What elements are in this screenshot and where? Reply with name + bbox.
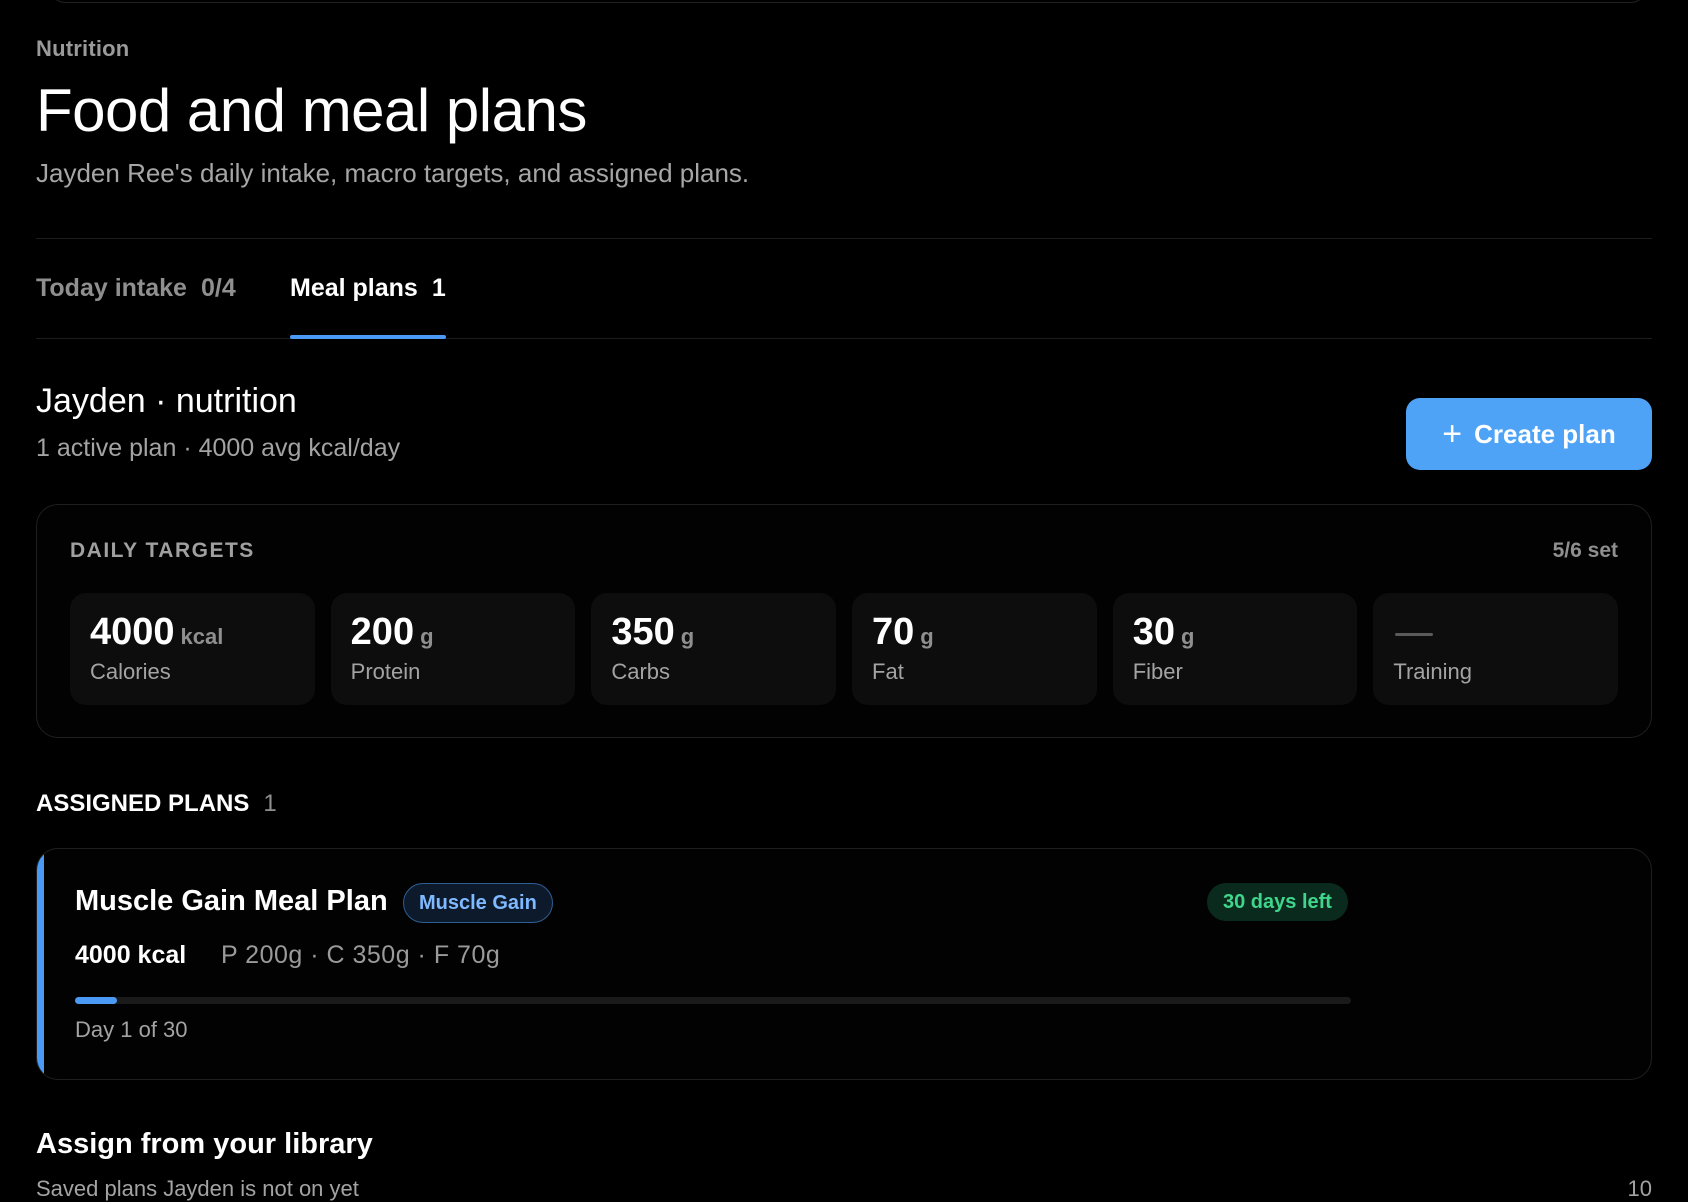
- plan-macros: P 200g · C 350g · F 70g: [221, 941, 501, 969]
- target-unit: kcal: [180, 624, 224, 649]
- tab-label: Today intake: [36, 273, 187, 302]
- tab-today-intake[interactable]: Today intake 0/4: [36, 238, 236, 338]
- target-value: 4000: [90, 611, 175, 653]
- tab-label: Meal plans: [290, 273, 418, 302]
- plan-name: Muscle Gain Meal Plan: [75, 885, 388, 917]
- target-value: 70: [872, 611, 915, 653]
- plan-card[interactable]: Muscle Gain Meal Plan Muscle Gain 30 day…: [36, 848, 1652, 1080]
- target-unit: g: [1180, 624, 1195, 649]
- target-unit: g: [420, 624, 434, 649]
- create-plan-label: Create plan: [1474, 418, 1616, 449]
- tab-bar: Today intake 0/4 Meal plans 1: [36, 238, 1652, 339]
- target-fat[interactable]: 70 g Fat: [852, 593, 1097, 705]
- target-value: 200: [350, 611, 415, 653]
- target-training[interactable]: Training: [1373, 593, 1619, 705]
- days-left-badge: 30 days left: [1207, 883, 1348, 921]
- plan-day-label: Day 1 of 30: [75, 1017, 188, 1042]
- target-unit: g: [920, 624, 934, 649]
- section-eyebrow: Nutrition: [36, 36, 130, 61]
- empty-value-dash: [1395, 633, 1434, 636]
- plan-kcal: 4000 kcal: [75, 941, 187, 969]
- target-value: 350: [611, 611, 675, 653]
- target-calories[interactable]: 4000 kcal Calories: [70, 593, 315, 705]
- client-summary: 1 active plan · 4000 avg kcal/day: [36, 434, 401, 462]
- target-value: 30: [1132, 611, 1175, 653]
- client-title: Jayden · nutrition: [36, 382, 297, 420]
- top-card-edge: [50, 0, 1646, 3]
- target-label: Fiber: [1132, 659, 1183, 684]
- target-carbs[interactable]: 350 g Carbs: [591, 593, 837, 705]
- library-count: 10: [1627, 1176, 1652, 1201]
- target-protein[interactable]: 200 g Protein: [330, 593, 576, 705]
- target-label: Protein: [350, 659, 421, 684]
- plus-icon: +: [1442, 415, 1463, 453]
- tab-count: 0/4: [200, 273, 236, 302]
- target-label: Fat: [872, 659, 904, 684]
- plan-goal-badge: Muscle Gain: [403, 883, 553, 923]
- daily-targets-count: 5/6 set: [1552, 539, 1618, 562]
- tab-meal-plans[interactable]: Meal plans 1: [290, 238, 446, 339]
- daily-targets-card: DAILY TARGETS 5/6 set 4000 kcal Calories …: [36, 504, 1652, 738]
- page-subtitle: Jayden Ree's daily intake, macro targets…: [36, 158, 750, 188]
- daily-targets-label: DAILY TARGETS: [70, 539, 255, 562]
- assigned-plans-label: ASSIGNED PLANS: [36, 790, 250, 817]
- assigned-plans-count: 1: [263, 790, 277, 817]
- assigned-plans-heading: ASSIGNED PLANS 1: [36, 790, 277, 818]
- create-plan-button[interactable]: + Create plan: [1406, 398, 1652, 470]
- library-title: Assign from your library: [36, 1128, 373, 1160]
- page-title: Food and meal plans: [36, 77, 587, 144]
- plan-progress-track: [75, 997, 1351, 1004]
- tab-count: 1: [431, 273, 446, 302]
- plan-accent-bar: [37, 849, 44, 1079]
- plan-progress-fill: [75, 997, 118, 1004]
- target-tiles: 4000 kcal Calories 200 g Protein 350 g Carb…: [70, 593, 1619, 705]
- target-label: Calories: [90, 659, 171, 684]
- target-unit: g: [680, 624, 695, 649]
- target-label: Carbs: [611, 659, 671, 684]
- library-subtitle: Saved plans Jayden is not on yet: [36, 1176, 359, 1201]
- target-fiber[interactable]: 30 g Fiber: [1112, 593, 1358, 705]
- target-label: Training: [1393, 659, 1473, 684]
